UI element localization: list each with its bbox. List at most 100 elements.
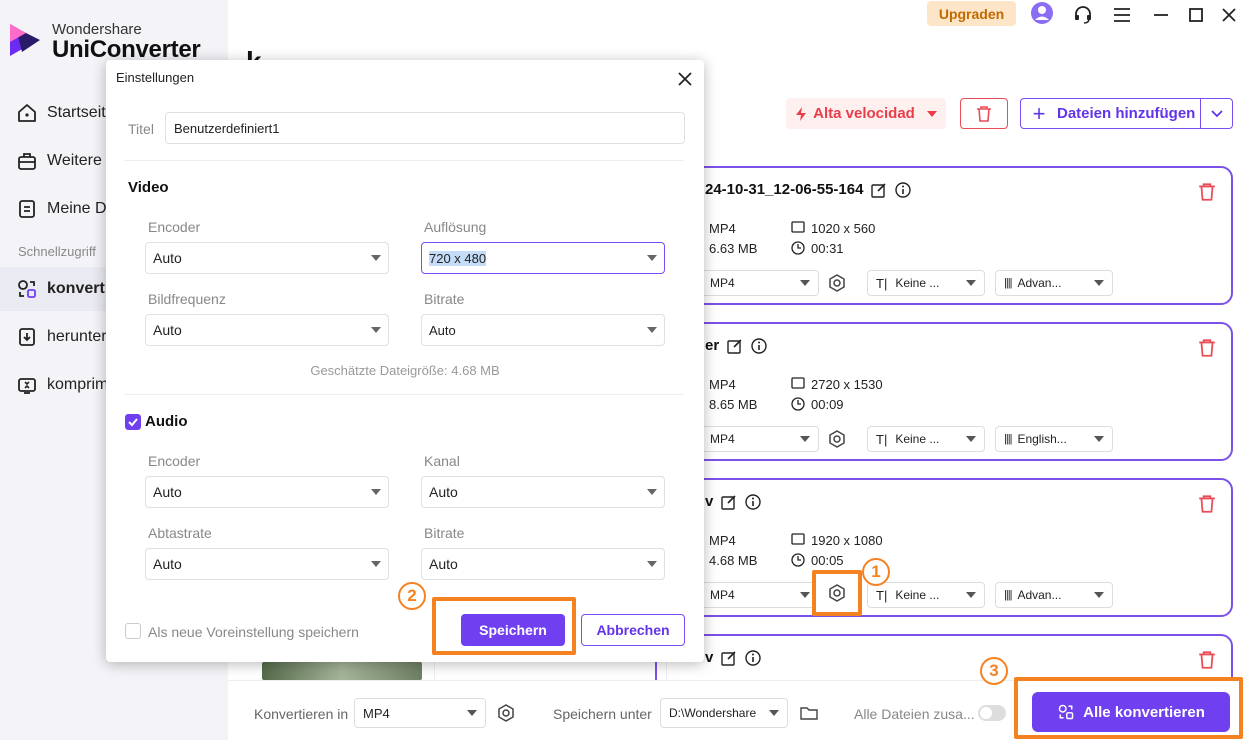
close-icon[interactable]: [676, 70, 694, 88]
audio-encoder-label: Encoder: [148, 453, 201, 469]
headset-support-icon[interactable]: [1071, 3, 1095, 27]
gear-icon: [829, 584, 845, 602]
high-speed-label: Alta velocidad: [813, 105, 915, 122]
edit-icon[interactable]: [721, 650, 737, 666]
save-preset-checkbox[interactable]: [125, 623, 141, 639]
add-files-button[interactable]: + Dateien hinzufügen: [1020, 98, 1233, 129]
maximize-icon[interactable]: [1184, 3, 1208, 27]
audio-bitrate-select[interactable]: Auto: [421, 548, 665, 580]
convert-settings-button[interactable]: [492, 699, 520, 727]
resolution-select[interactable]: 720 x 480: [421, 242, 665, 274]
info-icon[interactable]: [895, 181, 912, 198]
video-encoder-value: Auto: [153, 250, 182, 266]
info-icon[interactable]: [745, 493, 762, 510]
merge-files-label: Alle Dateien zusa...: [854, 706, 975, 722]
merge-files-toggle[interactable]: [978, 705, 1006, 721]
source-format: MP4: [709, 377, 736, 392]
save-preset-label: Als neue Voreinstellung speichern: [148, 624, 359, 640]
audio-encoder-select[interactable]: Auto: [145, 476, 389, 508]
duration-value: 00:09: [811, 397, 844, 412]
samplerate-select[interactable]: Auto: [145, 548, 389, 580]
edit-icon[interactable]: [721, 494, 737, 510]
step-3-badge: 3: [980, 657, 1008, 685]
step-1-badge: 1: [862, 558, 890, 586]
upgrade-button[interactable]: Upgraden: [927, 1, 1016, 26]
subtitle-select[interactable]: T| Keine ...: [867, 426, 985, 452]
resolution-label: Auflösung: [424, 219, 487, 235]
audio-track-select[interactable]: |||| Advan...: [995, 582, 1113, 608]
convert-in-select[interactable]: MP4: [354, 698, 486, 728]
title-input[interactable]: Benutzerdefiniert1: [165, 112, 685, 144]
resolution-icon: [791, 221, 805, 233]
channel-select[interactable]: Auto: [421, 476, 665, 508]
gear-icon: [829, 430, 845, 448]
audio-track-select[interactable]: |||| English...: [995, 426, 1113, 452]
convert-all-button[interactable]: Alle konvertieren: [1032, 692, 1230, 732]
framerate-value: Auto: [153, 322, 182, 338]
file-card[interactable]: er MP4 8.65 MB 2720 x 1530 00:09 MP4 T| K…: [655, 322, 1233, 461]
settings-gear-button[interactable]: [823, 425, 851, 453]
resolution-value: 1020 x 560: [811, 221, 876, 236]
chevron-down-icon: [371, 255, 381, 261]
settings-gear-button[interactable]: [823, 269, 851, 297]
chevron-down-icon: [769, 710, 779, 716]
video-encoder-select[interactable]: Auto: [145, 242, 389, 274]
estimated-file-size: Geschätzte Dateigröße: 4.68 MB: [310, 363, 500, 378]
video-bitrate-select[interactable]: Auto: [421, 314, 665, 346]
close-window-icon[interactable]: [1217, 3, 1241, 27]
file-size: 4.68 MB: [709, 553, 758, 568]
trash-icon[interactable]: [1197, 182, 1217, 202]
framerate-label: Bildfrequenz: [148, 291, 226, 307]
delete-all-button[interactable]: [960, 98, 1008, 129]
output-format-select[interactable]: MP4: [697, 426, 819, 452]
clock-icon: [791, 553, 805, 567]
info-icon[interactable]: [751, 337, 767, 354]
chevron-down-icon: [647, 327, 657, 333]
trash-icon[interactable]: [1197, 338, 1217, 358]
chevron-down-icon: [1094, 592, 1104, 598]
minimize-icon[interactable]: [1149, 3, 1173, 27]
settings-gear-button-highlighted[interactable]: [812, 570, 862, 616]
trash-icon[interactable]: [1197, 494, 1217, 514]
clock-icon: [791, 241, 805, 255]
chevron-down-icon: [467, 710, 477, 716]
save-under-select[interactable]: D:\Wondershare: [660, 698, 788, 728]
trash-icon[interactable]: [1197, 650, 1217, 670]
add-files-dropdown[interactable]: [1200, 99, 1232, 128]
audio-value: Advan...: [1017, 588, 1062, 602]
edit-icon[interactable]: [727, 338, 743, 354]
subtitle-icon: T|: [876, 431, 888, 447]
high-speed-button[interactable]: Alta velocidad: [786, 98, 946, 129]
file-card[interactable]: 24-10-31_12-06-55-164 MP4 6.63 MB 1020 x…: [655, 166, 1233, 305]
audio-bitrate-label: Bitrate: [424, 525, 465, 541]
video-thumbnail[interactable]: [262, 662, 422, 680]
cancel-button[interactable]: Abbrechen: [581, 614, 685, 646]
step-2-badge: 2: [398, 582, 426, 610]
file-size: 6.63 MB: [709, 241, 758, 256]
user-avatar-icon[interactable]: [1030, 1, 1054, 25]
audio-track-select[interactable]: |||| Advan...: [995, 270, 1113, 296]
sidebar-item-label: konvert: [47, 280, 105, 297]
audio-section-heading: Audio: [145, 413, 188, 430]
divider: [124, 160, 684, 161]
subtitle-select[interactable]: T| Keine ...: [867, 270, 985, 296]
edit-icon[interactable]: [871, 182, 887, 198]
clock-icon: [791, 397, 805, 411]
output-format-select[interactable]: MP4: [697, 582, 819, 608]
chevron-down-icon: [966, 592, 976, 598]
subtitle-value: Keine ...: [895, 432, 940, 446]
audio-checkbox[interactable]: [125, 414, 141, 430]
subtitle-select[interactable]: T| Keine ...: [867, 582, 985, 608]
convert-in-label: Konvertieren in: [254, 706, 349, 722]
save-button[interactable]: Speichern: [461, 614, 565, 646]
file-size: 8.65 MB: [709, 397, 758, 412]
title-label: Titel: [128, 121, 154, 137]
video-encoder-label: Encoder: [148, 219, 201, 235]
output-format-select[interactable]: MP4: [697, 270, 819, 296]
menu-icon[interactable]: [1110, 3, 1134, 27]
samplerate-label: Abtastrate: [148, 525, 212, 541]
framerate-select[interactable]: Auto: [145, 314, 389, 346]
info-icon[interactable]: [745, 649, 762, 666]
file-card[interactable]: v MP4 4.68 MB 1920 x 1080 00:05 MP4 T| Ke…: [655, 478, 1233, 617]
folder-icon[interactable]: [800, 705, 818, 721]
